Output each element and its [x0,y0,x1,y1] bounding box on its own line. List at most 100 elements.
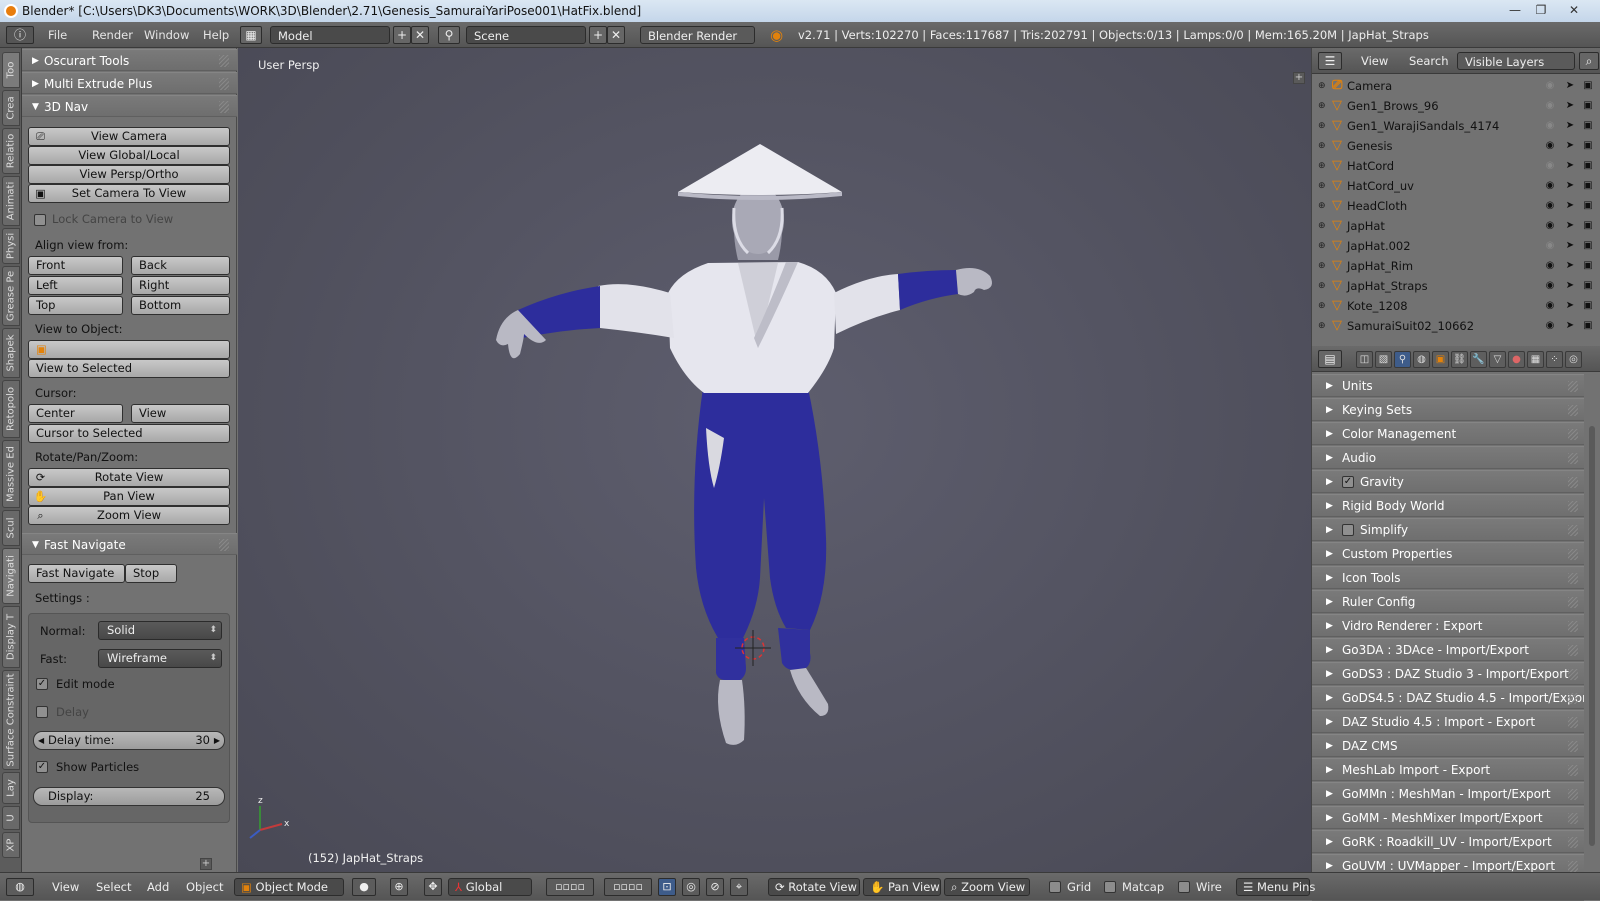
drag-grip-icon[interactable] [1568,381,1578,392]
screen-layout-field[interactable]: Model [270,26,390,44]
physics-tab-icon[interactable]: ◎ [1565,351,1582,368]
object-picker-field[interactable]: ▣ [28,340,230,359]
search-icon[interactable]: ⌕ [1579,52,1599,70]
remove-scene-icon[interactable]: ✕ [607,26,625,44]
show-particles-checkbox[interactable]: ✓ [36,761,48,773]
panel-custom-properties[interactable]: ▶ Custom Properties [1312,542,1584,565]
cursor-arrow-icon[interactable]: ➤ [1563,216,1577,236]
drag-grip-icon[interactable] [1568,837,1578,848]
outliner-item-gen1-warajisandals-4174[interactable]: ⊕ ▽ Gen1_WarajiSandals_4174 ◉ ➤ ▣ [1312,116,1600,136]
panel-gommn-meshman-import-export[interactable]: ▶ GoMMn : MeshMan - Import/Export [1312,782,1584,805]
normal-mode-select[interactable]: Solid ⬍ [98,621,222,640]
eye-icon[interactable]: ◉ [1543,76,1557,96]
eye-icon[interactable]: ◉ [1543,96,1557,116]
outliner-editor-icon[interactable]: ☰ [1318,52,1342,70]
outliner-item-japhat-002[interactable]: ⊕ ▽ JapHat.002 ◉ ➤ ▣ [1312,236,1600,256]
drag-grip-icon[interactable] [1568,429,1578,440]
view-global-local-button[interactable]: View Global/Local [28,146,230,165]
cursor-arrow-icon[interactable]: ➤ [1563,256,1577,276]
gravity-checkbox[interactable]: ✓ [1342,476,1354,488]
viewport-shading-icon[interactable]: ● [352,878,376,896]
render-camera-icon[interactable]: ▣ [1581,316,1595,336]
cursor-arrow-icon[interactable]: ➤ [1563,156,1577,176]
view-right-button[interactable]: Right [131,276,230,295]
matcap-checkbox[interactable] [1104,881,1116,893]
expand-icon[interactable]: ⊕ [1318,136,1326,156]
3d-viewport[interactable]: z x + [238,48,1311,872]
outliner-search-menu[interactable]: Search [1409,48,1449,74]
simplify-checkbox[interactable] [1342,524,1354,536]
panel-rigid-body-world[interactable]: ▶ Rigid Body World [1312,494,1584,517]
outliner-item-japhat-straps[interactable]: ⊕ ▽ JapHat_Straps ◉ ➤ ▣ [1312,276,1600,296]
cursor-arrow-icon[interactable]: ➤ [1563,236,1577,256]
properties-toggle-icon[interactable]: + [1293,72,1305,84]
menu-window[interactable]: Window [144,22,189,48]
panel-fast-navigate[interactable]: ▼ Fast Navigate [22,533,237,555]
expand-icon[interactable]: ⊕ [1318,256,1326,276]
panel-simplify[interactable]: ▶ Simplify [1312,518,1584,541]
cursor-arrow-icon[interactable]: ➤ [1563,96,1577,116]
grid-checkbox[interactable] [1049,881,1061,893]
remove-layout-icon[interactable]: ✕ [411,26,429,44]
panel-gomm-meshmixer-import-export[interactable]: ▶ GoMM - MeshMixer Import/Export [1312,806,1584,829]
panel-gods3-daz-studio-3-import-export[interactable]: ▶ GoDS3 : DAZ Studio 3 - Import/Export [1312,662,1584,685]
eye-icon[interactable]: ◉ [1543,136,1557,156]
drag-grip-icon[interactable] [1568,789,1578,800]
panel-keying-sets[interactable]: ▶ Keying Sets [1312,398,1584,421]
outliner-item-headcloth[interactable]: ⊕ ▽ HeadCloth ◉ ➤ ▣ [1312,196,1600,216]
tab-display-tools[interactable]: Display T [2,606,20,668]
scene-tab-icon[interactable]: ⚲ [1394,351,1411,368]
drag-grip-icon[interactable] [1568,717,1578,728]
editor-type-icon[interactable]: ⓘ [6,26,34,44]
expand-icon[interactable]: ⊕ [1318,296,1326,316]
drag-grip-icon[interactable] [1568,693,1578,704]
render-camera-icon[interactable]: ▣ [1581,116,1595,136]
cursor-arrow-icon[interactable]: ➤ [1563,116,1577,136]
expand-icon[interactable]: ⊕ [1318,176,1326,196]
drag-grip-icon[interactable] [1568,405,1578,416]
tab-grease-pencil[interactable]: Grease Pe [2,266,20,326]
panel-meshlab-import-export[interactable]: ▶ MeshLab Import - Export [1312,758,1584,781]
drag-grip-icon[interactable] [219,78,229,90]
add-layout-icon[interactable]: + [393,26,411,44]
drag-grip-icon[interactable] [1568,645,1578,656]
cursor-arrow-icon[interactable]: ➤ [1563,316,1577,336]
drag-grip-icon[interactable] [1568,597,1578,608]
tab-navigation[interactable]: Navigati [2,548,20,604]
panel-audio[interactable]: ▶ Audio [1312,446,1584,469]
tab-relations[interactable]: Relatio [2,128,20,174]
expand-icon[interactable]: ⊕ [1318,316,1326,336]
render-camera-icon[interactable]: ▣ [1581,76,1595,96]
wire-checkbox[interactable] [1178,881,1190,893]
panel-go3da-3dace-import-export[interactable]: ▶ Go3DA : 3DAce - Import/Export [1312,638,1584,661]
render-camera-icon[interactable]: ▣ [1581,216,1595,236]
drag-grip-icon[interactable] [219,55,229,67]
tab-massive-edit[interactable]: Massive Ed [2,440,20,508]
properties-scrollbar[interactable] [1589,426,1595,846]
panel-oscurart-tools[interactable]: ▶ Oscurart Tools [22,49,237,71]
expand-icon[interactable]: ⊕ [1318,196,1326,216]
tab-xp[interactable]: XP [2,832,20,858]
view-front-button[interactable]: Front [28,256,123,275]
eye-icon[interactable]: ◉ [1543,216,1557,236]
texture-tab-icon[interactable]: ▦ [1527,351,1544,368]
minimize-icon[interactable]: — [1502,1,1528,19]
drag-grip-icon[interactable] [1568,741,1578,752]
add-panel-icon[interactable]: + [200,858,212,870]
drag-grip-icon[interactable] [1568,453,1578,464]
cursor-center-button[interactable]: Center [28,404,123,423]
fast-navigate-button[interactable]: Fast Navigate [28,564,125,583]
pivot-point-icon[interactable]: ⊕ [390,878,408,896]
zoom-view-button[interactable]: ⌕ Zoom View [28,506,230,525]
proportional-edit-icon[interactable]: ◎ [682,878,700,896]
outliner-item-kote-1208[interactable]: ⊕ ▽ Kote_1208 ◉ ➤ ▣ [1312,296,1600,316]
decrement-arrow-icon[interactable]: ◀ [38,732,44,749]
transform-orientation-select[interactable]: ⅄ Global [448,878,532,896]
expand-icon[interactable]: ⊕ [1318,96,1326,116]
modifiers-tab-icon[interactable]: 🔧 [1470,351,1487,368]
view-bottom-button[interactable]: Bottom [131,296,230,315]
menu-view[interactable]: View [52,873,79,901]
render-camera-icon[interactable]: ▣ [1581,96,1595,116]
manipulator-icon[interactable]: ✥ [424,878,442,896]
outliner-item-samuraisuit02-10662[interactable]: ⊕ ▽ SamuraiSuit02_10662 ◉ ➤ ▣ [1312,316,1600,336]
